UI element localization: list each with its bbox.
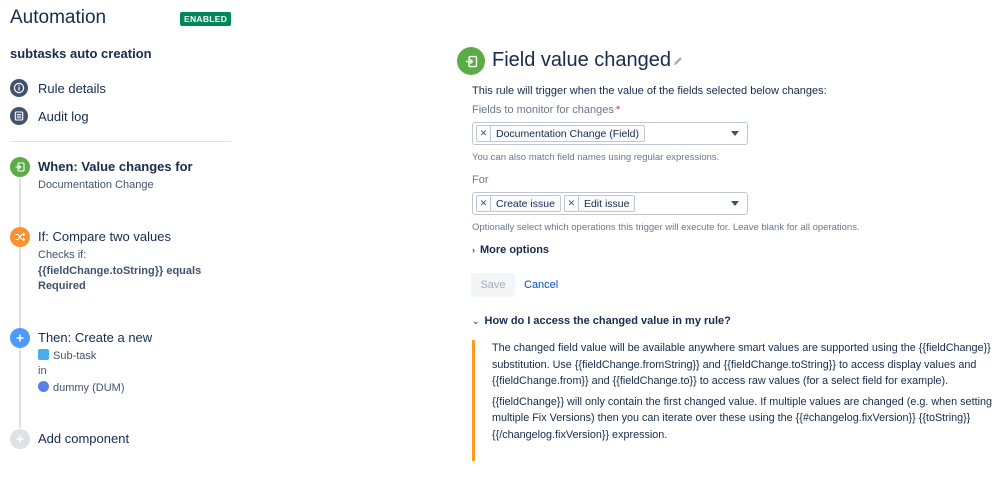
action-title: Then: Create a new xyxy=(38,330,153,345)
more-options-toggle[interactable]: › More options xyxy=(472,244,549,256)
remove-chip-icon[interactable]: ✕ xyxy=(477,126,491,141)
action-in-label: in xyxy=(38,365,47,377)
operation-chip: ✕ Create issue xyxy=(476,195,561,212)
fields-helper: You can also match field names using reg… xyxy=(472,152,720,163)
operations-select[interactable]: ✕ Create issue ✕ Edit issue xyxy=(472,192,748,215)
add-component-button[interactable]: Add component xyxy=(10,429,150,449)
add-component-label: Add component xyxy=(38,431,130,446)
project-avatar-icon xyxy=(38,381,49,392)
component-condition[interactable]: If: Compare two values Checks if: {{fiel… xyxy=(10,227,231,295)
for-label: For xyxy=(472,174,489,186)
divider xyxy=(10,141,231,142)
shuffle-icon xyxy=(10,227,30,247)
condition-line-1: Checks if: xyxy=(38,249,87,261)
page-title: Automation xyxy=(10,7,107,28)
field-chip: ✕ Documentation Change (Field) xyxy=(476,125,645,142)
rule-name: subtasks auto creation xyxy=(10,46,152,61)
trigger-title: When: Value changes for xyxy=(38,159,193,174)
remove-chip-icon[interactable]: ✕ xyxy=(477,196,491,211)
trigger-description: This rule will trigger when the value of… xyxy=(472,85,827,97)
save-button[interactable]: Save xyxy=(471,273,515,297)
list-icon xyxy=(10,107,28,125)
chevron-down-icon: ⌄ xyxy=(472,315,480,326)
field-change-icon xyxy=(457,47,485,75)
subtask-icon xyxy=(38,349,49,360)
condition-title: If: Compare two values xyxy=(38,229,171,244)
howto-toggle[interactable]: ⌄ How do I access the changed value in m… xyxy=(472,315,731,327)
howto-panel: The changed field value will be availabl… xyxy=(472,340,992,461)
condition-line-3: Required xyxy=(38,280,86,292)
status-badge: ENABLED xyxy=(180,12,232,26)
fields-select[interactable]: ✕ Documentation Change (Field) xyxy=(472,122,748,145)
howto-paragraph-1: The changed field value will be availabl… xyxy=(492,342,991,387)
trigger-panel-title: Field value changed xyxy=(492,49,672,71)
fields-label: Fields to monitor for changes * xyxy=(472,104,621,116)
remove-chip-icon[interactable]: ✕ xyxy=(565,196,579,211)
plus-icon xyxy=(10,328,30,348)
chevron-right-icon: › xyxy=(472,245,475,255)
chevron-down-icon[interactable] xyxy=(731,131,739,136)
nav-rule-details[interactable]: Rule details xyxy=(10,78,106,98)
info-icon xyxy=(10,79,28,97)
required-mark: * xyxy=(615,104,621,116)
operation-chip: ✕ Edit issue xyxy=(563,195,636,212)
howto-paragraph-2: {{fieldChange}} will only contain the fi… xyxy=(492,395,992,441)
component-trigger[interactable]: When: Value changes for Documentation Ch… xyxy=(10,157,231,197)
action-project: dummy (DUM) xyxy=(38,381,125,394)
component-action[interactable]: Then: Create a new Sub-task in dummy (DU… xyxy=(10,328,231,396)
nav-label: Audit log xyxy=(38,108,89,124)
plus-icon xyxy=(10,429,30,449)
chevron-down-icon[interactable] xyxy=(731,201,739,206)
action-issue-type: Sub-task xyxy=(38,349,96,362)
condition-line-2: {{fieldChange.toString}} equals xyxy=(38,265,202,277)
cancel-link[interactable]: Cancel xyxy=(524,279,558,291)
field-change-icon xyxy=(10,157,30,177)
operations-helper: Optionally select which operations this … xyxy=(472,222,860,233)
pencil-icon[interactable] xyxy=(672,55,684,67)
nav-audit-log[interactable]: Audit log xyxy=(10,106,89,126)
nav-label: Rule details xyxy=(38,80,106,96)
trigger-detail: Documentation Change xyxy=(38,179,154,191)
